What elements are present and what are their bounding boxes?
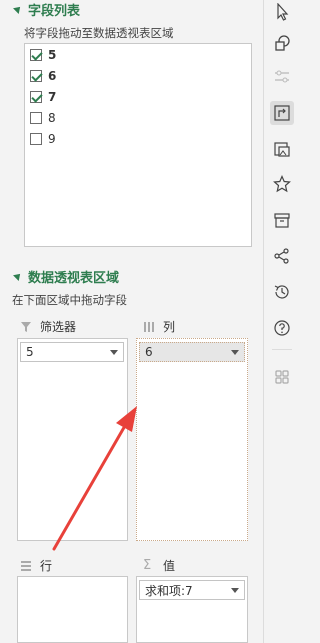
values-area-header: Σ 值 <box>143 557 175 574</box>
values-drop-area[interactable]: 求和项:7 <box>136 576 248 643</box>
grid-icon[interactable] <box>270 365 294 389</box>
filter-field-value: 5 <box>26 345 34 359</box>
cursor-icon[interactable] <box>270 0 294 24</box>
field-list-box: 5 6 7 8 9 <box>24 43 252 247</box>
rows-area-header: 行 <box>20 557 52 574</box>
pivot-field-panel: 字段列表 将字段拖动至数据透视表区域 5 6 7 8 9 数据透视表区域 在下面… <box>0 0 263 643</box>
field-label: 7 <box>48 89 57 104</box>
adjust-icon[interactable] <box>270 65 294 89</box>
chevron-down-icon[interactable] <box>110 349 118 355</box>
field-list-title: 字段列表 <box>28 3 81 19</box>
field-label: 6 <box>48 68 57 83</box>
filter-field-dropdown[interactable]: 5 <box>20 342 124 362</box>
rows-drop-area[interactable] <box>17 576 128 643</box>
field-list-hint: 将字段拖动至数据透视表区域 <box>24 26 174 40</box>
collapse-triangle-icon[interactable] <box>13 4 23 14</box>
field-item-5[interactable]: 5 <box>25 44 251 65</box>
filter-drop-area[interactable]: 5 <box>17 338 128 541</box>
filter-area-header: 筛选器 <box>20 318 76 335</box>
archive-icon[interactable] <box>270 208 294 232</box>
filter-icon <box>21 321 31 332</box>
image-settings-icon[interactable] <box>270 137 294 161</box>
checkbox[interactable] <box>30 111 42 124</box>
history-icon[interactable] <box>270 280 294 304</box>
columns-icon <box>144 321 154 332</box>
field-label: 9 <box>48 131 56 146</box>
field-item-8[interactable]: 8 <box>25 107 251 128</box>
chevron-down-icon[interactable] <box>231 587 239 593</box>
rows-area-label: 行 <box>40 559 53 573</box>
shapes-icon[interactable] <box>270 31 294 55</box>
values-field-value: 求和项:7 <box>145 583 193 598</box>
side-toolbar <box>263 0 299 643</box>
values-field-dropdown[interactable]: 求和项:7 <box>139 580 245 600</box>
rows-icon <box>21 560 31 571</box>
columns-area-header: 列 <box>143 318 175 335</box>
field-list-header[interactable]: 字段列表 <box>13 0 81 19</box>
collapse-triangle-icon[interactable] <box>13 271 23 281</box>
field-label: 8 <box>48 110 56 125</box>
field-label: 5 <box>48 47 57 62</box>
filter-area-label: 筛选器 <box>40 320 77 334</box>
columns-area-label: 列 <box>163 320 176 334</box>
rail-divider <box>272 349 292 350</box>
checkbox[interactable] <box>30 132 42 145</box>
chevron-down-icon[interactable] <box>231 349 239 355</box>
sigma-icon: Σ <box>143 557 152 573</box>
columns-drop-area[interactable]: 6 <box>136 338 248 541</box>
checkbox[interactable] <box>30 90 42 103</box>
columns-field-value: 6 <box>145 345 153 359</box>
pivot-icon[interactable] <box>270 101 294 125</box>
pivot-areas-header[interactable]: 数据透视表区域 <box>13 267 120 286</box>
checkbox[interactable] <box>30 48 42 61</box>
share-icon[interactable] <box>270 244 294 268</box>
field-item-7[interactable]: 7 <box>25 86 251 107</box>
checkbox[interactable] <box>30 69 42 82</box>
columns-field-dropdown[interactable]: 6 <box>139 342 245 362</box>
help-icon[interactable] <box>270 316 294 340</box>
star-icon[interactable] <box>270 172 294 196</box>
field-item-9[interactable]: 9 <box>25 128 251 149</box>
pivot-areas-hint: 在下面区域中拖动字段 <box>12 293 127 307</box>
field-item-6[interactable]: 6 <box>25 65 251 86</box>
pivot-areas-title: 数据透视表区域 <box>28 270 120 286</box>
values-area-label: 值 <box>163 559 176 573</box>
